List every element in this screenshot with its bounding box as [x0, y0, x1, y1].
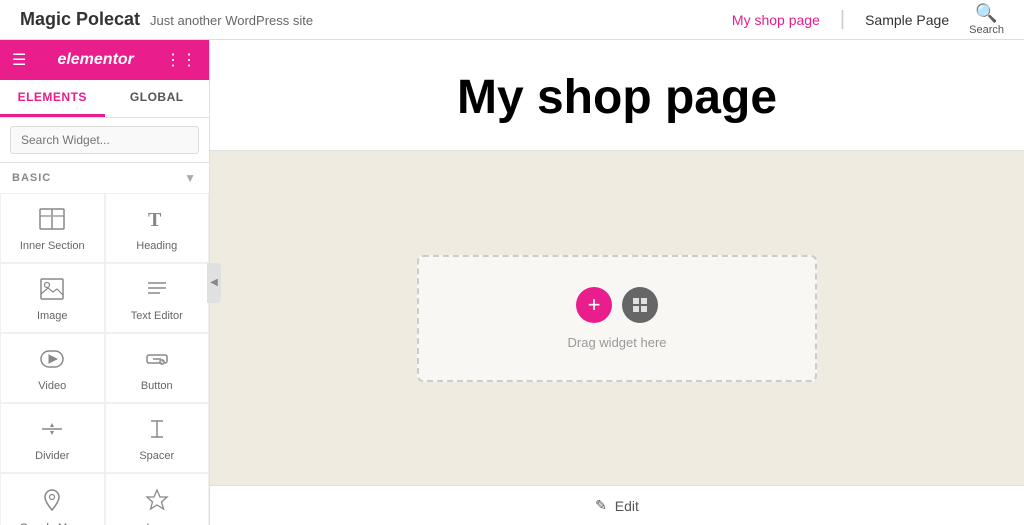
spacer-label: Spacer — [139, 450, 174, 462]
tab-elements[interactable]: ELEMENTS — [0, 80, 105, 117]
main-layout: ☰ elementor ⋮⋮ ELEMENTS GLOBAL BASIC ▼ — [0, 40, 1024, 525]
content-area: My shop page + Drag widget here — [210, 40, 1024, 525]
widget-inner-section[interactable]: Inner Section — [0, 193, 105, 263]
text-editor-icon — [145, 278, 169, 304]
edit-bar: ✎ Edit — [210, 485, 1024, 525]
page-title: My shop page — [250, 70, 984, 125]
drag-widget-text: Drag widget here — [568, 335, 667, 350]
google-maps-icon — [41, 488, 63, 516]
heading-icon: T — [146, 208, 168, 234]
edit-pencil-icon: ✎ — [595, 497, 607, 514]
widget-icon[interactable]: Icon — [105, 473, 210, 525]
video-icon — [40, 348, 64, 374]
widget-google-maps[interactable]: Google Maps — [0, 473, 105, 525]
apps-icon[interactable]: ⋮⋮ — [165, 50, 197, 70]
widget-spacer[interactable]: Spacer — [105, 403, 210, 473]
image-label: Image — [37, 310, 68, 322]
top-nav: My shop page | Sample Page 🔍 Search — [732, 3, 1004, 36]
widget-button[interactable]: Button — [105, 333, 210, 403]
widget-search-container — [0, 118, 209, 163]
widget-heading[interactable]: T Heading — [105, 193, 210, 263]
divider-icon — [40, 418, 64, 444]
page-header: My shop page — [210, 40, 1024, 151]
nav-sample-link[interactable]: Sample Page — [865, 12, 949, 28]
page-content-area: + Drag widget here — [210, 151, 1024, 485]
search-input[interactable] — [10, 126, 199, 154]
search-icon: 🔍 — [975, 3, 997, 24]
video-label: Video — [38, 380, 66, 392]
elementor-logo: elementor — [57, 51, 133, 69]
basic-section-label: BASIC — [12, 172, 51, 184]
dropzone-buttons: + — [576, 287, 658, 323]
spacer-icon — [145, 418, 169, 444]
inner-section-icon — [39, 208, 65, 234]
grid-button[interactable] — [622, 287, 658, 323]
basic-section-header[interactable]: BASIC ▼ — [0, 163, 209, 193]
add-widget-button[interactable]: + — [576, 287, 612, 323]
tab-global[interactable]: GLOBAL — [105, 80, 210, 117]
text-editor-label: Text Editor — [131, 310, 183, 322]
image-icon — [40, 278, 64, 304]
widget-divider[interactable]: Divider — [0, 403, 105, 473]
basic-chevron-icon: ▼ — [184, 171, 197, 185]
edit-bar-content[interactable]: ✎ Edit — [595, 497, 639, 514]
hamburger-icon[interactable]: ☰ — [12, 50, 26, 70]
elementor-sidebar: ☰ elementor ⋮⋮ ELEMENTS GLOBAL BASIC ▼ — [0, 40, 210, 525]
inner-section-label: Inner Section — [20, 240, 85, 252]
divider-label: Divider — [35, 450, 69, 462]
button-label: Button — [141, 380, 173, 392]
nav-divider: | — [840, 8, 845, 31]
collapse-handle[interactable]: ◀ — [207, 263, 221, 303]
widget-image[interactable]: Image — [0, 263, 105, 333]
sidebar-header: ☰ elementor ⋮⋮ — [0, 40, 209, 80]
widget-video[interactable]: Video — [0, 333, 105, 403]
site-tagline: Just another WordPress site — [150, 13, 313, 28]
nav-shop-link[interactable]: My shop page — [732, 12, 820, 28]
button-icon — [145, 348, 169, 374]
widgets-grid: Inner Section T Heading — [0, 193, 209, 525]
edit-label: Edit — [615, 498, 639, 514]
svg-text:T: T — [148, 209, 162, 230]
wordpress-top-bar: Magic Polecat Just another WordPress sit… — [0, 0, 1024, 40]
search-label: Search — [969, 24, 1004, 36]
icon-widget-icon — [145, 488, 169, 516]
heading-label: Heading — [136, 240, 177, 252]
widget-dropzone[interactable]: + Drag widget here — [417, 255, 817, 382]
site-title: Magic Polecat — [20, 9, 140, 30]
widget-text-editor[interactable]: Text Editor — [105, 263, 210, 333]
search-button[interactable]: 🔍 Search — [969, 3, 1004, 36]
site-info: Magic Polecat Just another WordPress sit… — [20, 9, 313, 30]
sidebar-tabs: ELEMENTS GLOBAL — [0, 80, 209, 118]
